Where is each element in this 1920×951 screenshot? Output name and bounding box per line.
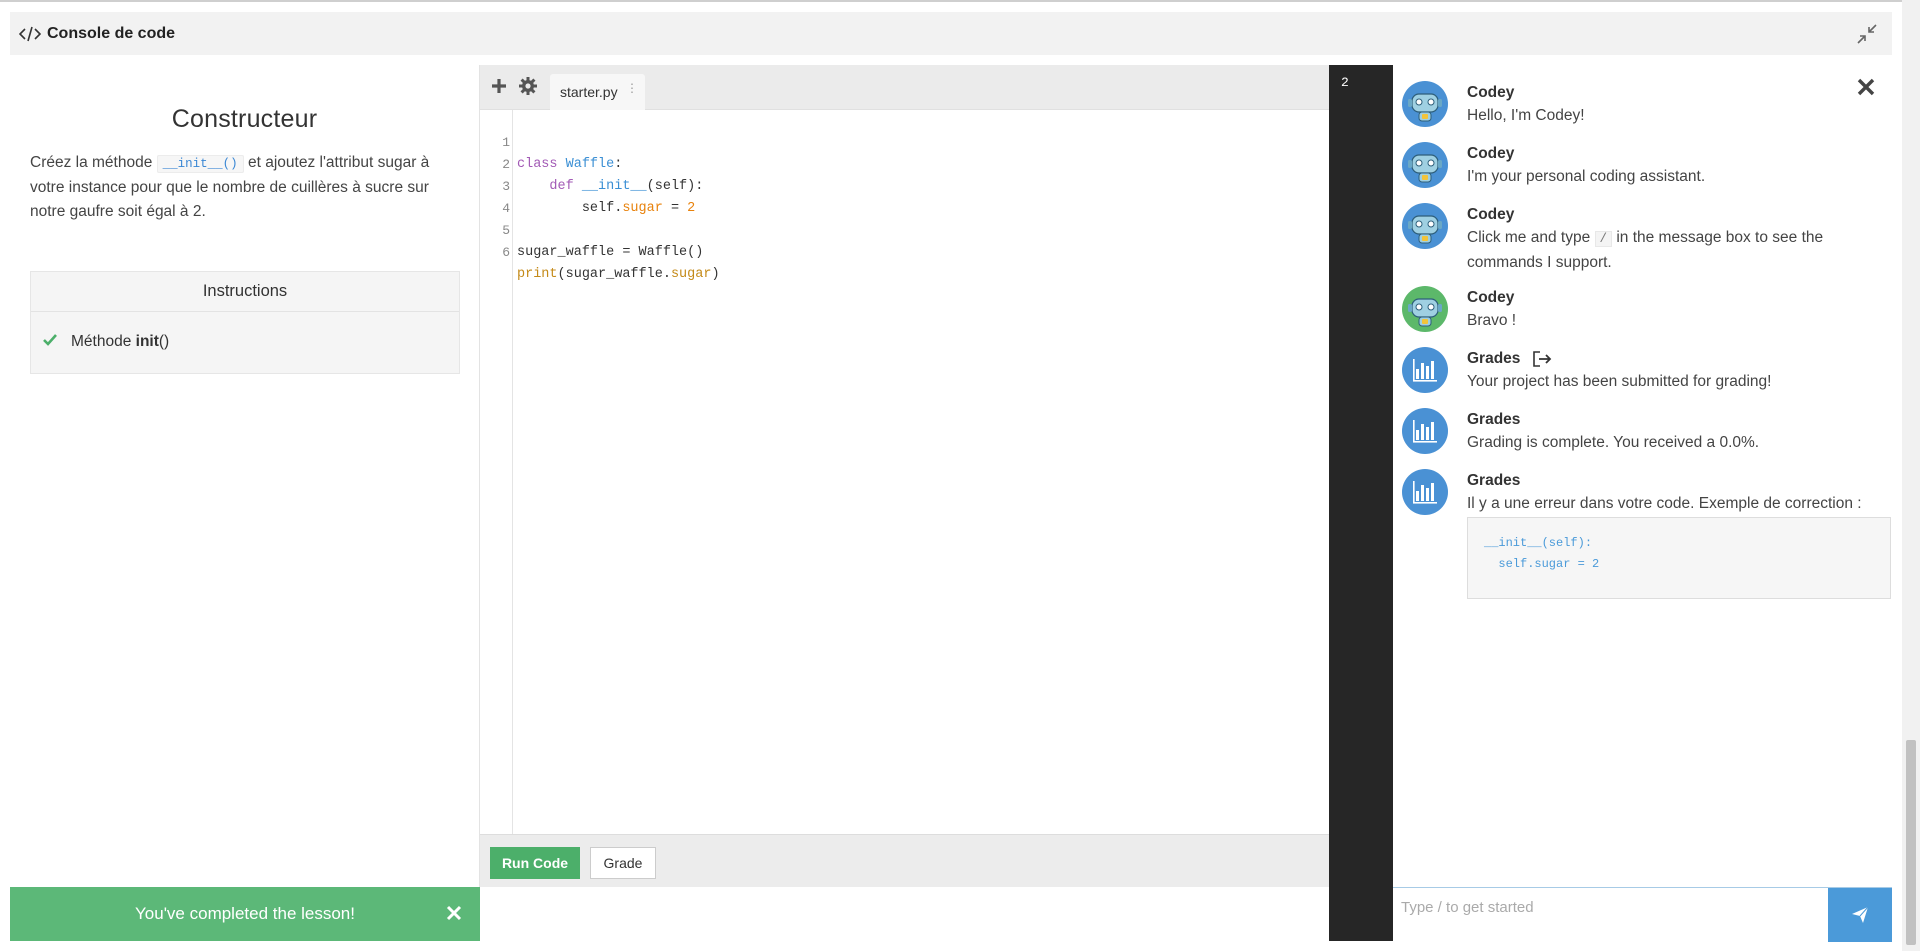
grades-chart-icon xyxy=(1402,408,1448,454)
code-token: (sugar_waffle. xyxy=(557,267,671,282)
code-token: = xyxy=(662,201,688,216)
collapse-icon[interactable] xyxy=(1856,23,1878,45)
logout-icon[interactable] xyxy=(1532,350,1552,368)
console-header: Console de code xyxy=(10,12,1892,55)
send-button[interactable] xyxy=(1828,888,1892,942)
codey-robot-icon xyxy=(1402,203,1448,249)
code-token: ) xyxy=(711,267,720,282)
code-line[interactable]: 3 self.sugar = 2 xyxy=(480,154,695,216)
output-console: 2 xyxy=(1329,65,1393,941)
send-icon xyxy=(1852,906,1869,923)
lesson-complete-banner: You've completed the lesson! xyxy=(10,887,480,941)
code-token: sugar xyxy=(670,267,712,282)
close-icon[interactable] xyxy=(446,905,462,921)
sender-name: Codey xyxy=(1467,289,1515,306)
codey-robot-icon xyxy=(1402,142,1448,188)
top-border xyxy=(0,0,1920,2)
plus-icon[interactable] xyxy=(490,77,508,95)
output-text: 2 xyxy=(1341,75,1349,90)
correction-code-block: __init__(self): self.sugar = 2 xyxy=(1467,517,1891,599)
sender-name: Grades xyxy=(1467,472,1521,489)
editor-footer: Run Code Grade xyxy=(480,834,1329,887)
gear-icon[interactable] xyxy=(518,76,538,96)
desc-text-1: Créez la méthode xyxy=(30,154,157,171)
code-token: : xyxy=(614,157,623,172)
run-code-button[interactable]: Run Code xyxy=(490,847,580,879)
message-text: Click me and type / in the message box t… xyxy=(1467,226,1867,275)
close-icon[interactable] xyxy=(1856,77,1876,97)
sender-name: Codey xyxy=(1467,206,1515,223)
message-text: Hello, I'm Codey! xyxy=(1467,107,1585,124)
codey-robot-icon xyxy=(1402,286,1448,332)
lesson-panel: Constructeur Créez la méthode __init__()… xyxy=(10,65,480,887)
code-token: sugar xyxy=(622,201,663,216)
code-token: self. xyxy=(581,201,623,216)
code-line[interactable]: 2 def __init__(self): xyxy=(480,132,703,194)
message-text: I'm your personal coding assistant. xyxy=(1467,168,1706,185)
message-text-part: Click me and type xyxy=(1467,229,1595,246)
chat-message-input[interactable] xyxy=(1401,894,1821,920)
message-code: / xyxy=(1594,231,1613,247)
task-prefix: Méthode xyxy=(71,333,136,350)
page-scrollbar[interactable] xyxy=(1902,0,1920,951)
tab-starter-py[interactable]: starter.py ⋮ xyxy=(550,74,645,110)
grades-chart-icon xyxy=(1402,469,1448,515)
message-text: Bravo ! xyxy=(1467,312,1517,329)
tab-menu-icon[interactable]: ⋮ xyxy=(626,82,638,94)
task-bold: init xyxy=(135,333,159,350)
message-text: Il y a une erreur dans votre code. Exemp… xyxy=(1467,495,1862,512)
banner-text: You've completed the lesson! xyxy=(135,904,355,923)
codey-robot-icon xyxy=(1402,81,1448,127)
lesson-title: Constructeur xyxy=(171,105,318,133)
code-token: __init__ xyxy=(581,179,647,194)
grades-chart-icon xyxy=(1402,347,1448,393)
code-token: def xyxy=(549,179,574,194)
line-number: 6 xyxy=(502,245,510,260)
correction-code-line: __init__(self): xyxy=(1484,536,1593,550)
code-line[interactable]: 1 class Waffle: xyxy=(480,110,622,172)
correction-code-line: self.sugar = 2 xyxy=(1484,557,1600,571)
sender-name: Grades xyxy=(1467,411,1521,428)
grade-button[interactable]: Grade xyxy=(590,847,656,879)
lesson-description: Créez la méthode __init__() et ajoutez l… xyxy=(30,151,459,224)
task-suffix: () xyxy=(158,333,170,350)
code-editor: starter.py ⋮ 1 class Waffle: 2 def __ini… xyxy=(480,65,1329,887)
code-line[interactable]: 6 print(sugar_waffle.sugar) xyxy=(480,220,719,282)
console-title: Console de code xyxy=(47,24,176,42)
editor-tabbar: starter.py ⋮ xyxy=(480,65,1329,110)
tab-label: starter.py xyxy=(560,84,618,100)
instructions-box: Instructions Méthode init() xyxy=(30,271,460,374)
sender-name: Grades xyxy=(1467,350,1521,367)
code-token: (self): xyxy=(646,179,704,194)
task-item: Méthode init() xyxy=(31,312,459,372)
task-label: Méthode init() xyxy=(71,333,169,351)
code-line[interactable]: 4 xyxy=(480,176,529,216)
chat-input-bar xyxy=(1393,887,1892,942)
message-text: Grading is complete. You received a 0.0%… xyxy=(1467,434,1760,451)
sender-name: Codey xyxy=(1467,84,1515,101)
code-token: print xyxy=(517,267,558,282)
desc-code: __init__() xyxy=(156,155,244,173)
code-line[interactable]: 5 sugar_waffle = Waffle() xyxy=(480,198,703,260)
instructions-title: Instructions xyxy=(31,272,459,312)
message-text: Your project has been submitted for grad… xyxy=(1467,373,1772,390)
code-icon xyxy=(18,25,42,43)
code-token: Waffle xyxy=(565,157,615,172)
sender-name: Codey xyxy=(1467,145,1515,162)
code-token: 2 xyxy=(687,201,696,216)
assistant-chat: Codey Hello, I'm Codey! Codey I'm your p… xyxy=(1393,65,1892,942)
code-console-window: Console de code Constructeur Créez la mé… xyxy=(10,12,1892,942)
check-icon xyxy=(43,333,57,351)
scrollbar-thumb[interactable] xyxy=(1906,740,1916,945)
code-token: sugar_waffle = Waffle() xyxy=(517,245,704,260)
